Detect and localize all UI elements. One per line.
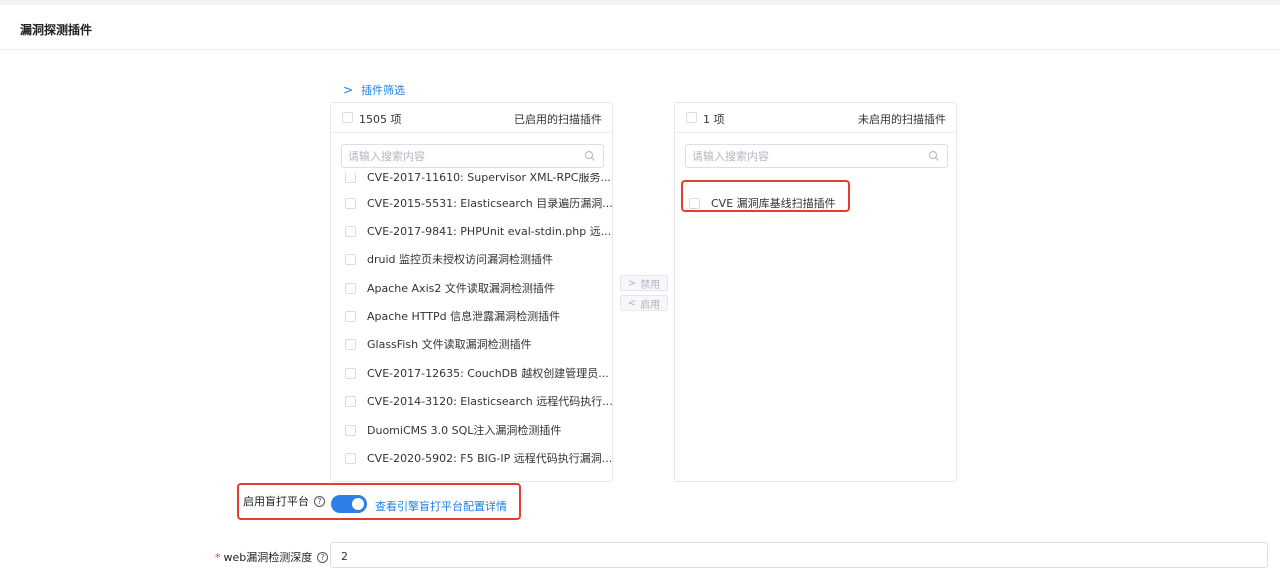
depth-label: web漏洞检测深度 bbox=[223, 551, 313, 564]
list-item[interactable]: CVE-2014-3120: Elasticsearch 远程代码执行... bbox=[345, 391, 612, 411]
list-item[interactable]: CVE-2017-12635: CouchDB 越权创建管理员... bbox=[345, 363, 609, 383]
disabled-plugins-panel: 1 项 未启用的扫描插件 CVE 漏洞库基线扫描插件 bbox=[674, 102, 957, 482]
chevron-right-icon: > bbox=[343, 83, 354, 97]
disabled-search-input[interactable] bbox=[692, 148, 901, 164]
required-mark: * bbox=[215, 550, 221, 564]
disabled-search-box bbox=[685, 144, 948, 168]
item-checkbox[interactable] bbox=[345, 253, 356, 265]
page: 漏洞探测插件 > 插件筛选 1505 项 已启用的扫描插件 CVE-2017-1… bbox=[0, 5, 1280, 585]
depth-input[interactable] bbox=[341, 548, 541, 564]
select-all-enabled-checkbox[interactable] bbox=[342, 112, 353, 123]
chevron-right-icon: > bbox=[627, 277, 637, 289]
enabled-search-input[interactable] bbox=[348, 148, 557, 164]
plugin-filter-label: 插件筛选 bbox=[361, 84, 406, 97]
enabled-panel-title: 已启用的扫描插件 bbox=[514, 113, 602, 126]
enabled-plugins-panel: 1505 项 已启用的扫描插件 CVE-2017-11610: Supervis… bbox=[330, 102, 613, 482]
enabled-plugin-list[interactable]: CVE-2017-11610: Supervisor XML-RPC服务... … bbox=[331, 173, 612, 481]
item-checkbox[interactable] bbox=[345, 424, 356, 436]
list-item[interactable]: Apache Axis2 文件读取漏洞检测插件 bbox=[345, 278, 555, 298]
help-icon[interactable]: ? bbox=[317, 551, 329, 563]
disabled-panel-title: 未启用的扫描插件 bbox=[858, 113, 946, 126]
enabled-panel-header: 1505 项 已启用的扫描插件 bbox=[331, 103, 612, 133]
disabled-panel-header: 1 项 未启用的扫描插件 bbox=[675, 103, 956, 133]
list-item[interactable]: DuomiCMS 3.0 SQL注入漏洞检测插件 bbox=[345, 420, 561, 440]
item-checkbox[interactable] bbox=[345, 452, 356, 464]
depth-label-row: * web漏洞检测深度 ? bbox=[215, 549, 329, 565]
enabled-search-box bbox=[341, 144, 604, 168]
list-item[interactable]: GlassFish 文件读取漏洞检测插件 bbox=[345, 334, 532, 354]
disabled-plugin-list[interactable]: CVE 漏洞库基线扫描插件 bbox=[675, 173, 956, 481]
item-checkbox[interactable] bbox=[345, 173, 356, 183]
disable-button[interactable]: > 禁用 bbox=[620, 275, 668, 291]
item-checkbox[interactable] bbox=[345, 225, 356, 237]
item-checkbox[interactable] bbox=[345, 282, 356, 294]
depth-input-box bbox=[330, 542, 1268, 568]
item-checkbox[interactable] bbox=[345, 395, 356, 407]
item-checkbox[interactable] bbox=[345, 338, 356, 350]
chevron-left-icon: < bbox=[627, 297, 637, 309]
page-header: 漏洞探测插件 bbox=[0, 5, 1280, 50]
enabled-count: 1505 项 bbox=[359, 113, 402, 126]
item-checkbox[interactable] bbox=[345, 367, 356, 379]
search-icon bbox=[929, 151, 939, 161]
highlight-box bbox=[237, 483, 521, 520]
list-item[interactable]: CVE-2017-9841: PHPUnit eval-stdin.php 远.… bbox=[345, 221, 611, 241]
select-all-disabled-checkbox[interactable] bbox=[686, 112, 697, 123]
list-item[interactable]: druid 监控页未授权访问漏洞检测插件 bbox=[345, 249, 553, 269]
enable-button[interactable]: < 启用 bbox=[620, 295, 668, 311]
disabled-count: 1 项 bbox=[703, 113, 725, 126]
item-checkbox[interactable] bbox=[345, 197, 356, 209]
search-icon bbox=[585, 151, 595, 161]
list-item[interactable]: CVE-2015-5531: Elasticsearch 目录遍历漏洞... bbox=[345, 193, 612, 213]
list-item[interactable]: CVE-2020-5902: F5 BIG-IP 远程代码执行漏洞... bbox=[345, 448, 612, 468]
page-title: 漏洞探测插件 bbox=[20, 23, 93, 37]
item-checkbox[interactable] bbox=[345, 310, 356, 322]
list-item[interactable]: CVE-2017-11610: Supervisor XML-RPC服务... bbox=[345, 173, 611, 187]
highlight-box bbox=[681, 180, 850, 212]
plugin-filter-toggle[interactable]: > 插件筛选 bbox=[343, 82, 405, 98]
list-item[interactable]: Apache HTTPd 信息泄露漏洞检测插件 bbox=[345, 306, 560, 326]
